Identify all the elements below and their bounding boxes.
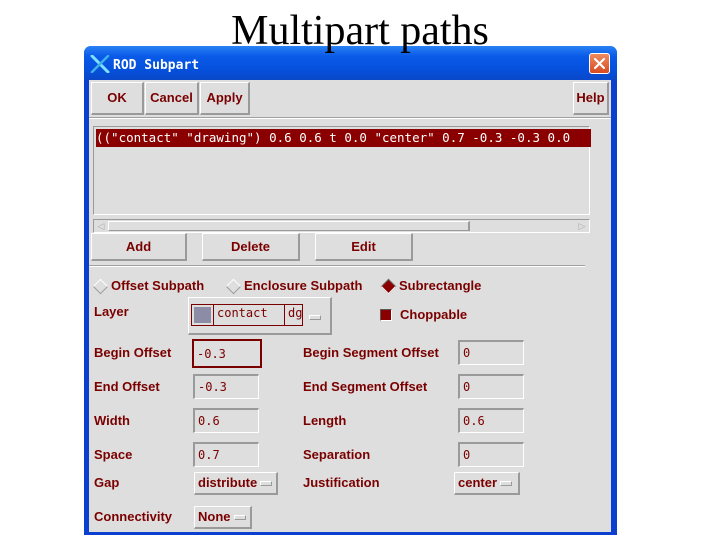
layer-purpose: dg [288, 306, 303, 320]
menu-indicator-icon [500, 481, 513, 487]
width-input[interactable] [193, 408, 259, 433]
end-offset-input[interactable] [193, 374, 259, 399]
radio-subrectangle[interactable]: Subrectangle [380, 276, 501, 296]
edit-button[interactable]: Edit [315, 233, 413, 261]
justification-value: center [458, 475, 498, 490]
gap-option-menu[interactable]: distribute [194, 472, 278, 495]
delete-button[interactable]: Delete [202, 233, 300, 261]
layer-color-swatch [194, 307, 211, 323]
apply-button[interactable]: Apply [200, 82, 250, 115]
radio-diamond-selected-icon [380, 278, 397, 295]
radio-enclosure-subpath[interactable]: Enclosure Subpath [225, 276, 376, 296]
justification-option-menu[interactable]: center [454, 472, 520, 495]
divider [213, 305, 214, 325]
begin-offset-label: Begin Offset [94, 345, 172, 360]
close-button[interactable] [589, 53, 610, 74]
rod-subpart-dialog: ROD Subpart OK Cancel Apply Help (("cont… [84, 46, 617, 535]
begin-offset-input[interactable] [192, 339, 262, 368]
space-label: Space [94, 447, 133, 462]
gap-label: Gap [94, 475, 120, 490]
connectivity-label: Connectivity [94, 509, 173, 524]
end-offset-label: End Offset [94, 379, 160, 394]
slide-title: Multipart paths [231, 8, 489, 54]
length-input[interactable] [458, 408, 524, 433]
end-segment-offset-label: End Segment Offset [303, 379, 428, 394]
scroll-right-arrow-icon[interactable]: ▷ [576, 221, 588, 231]
justification-label: Justification [303, 475, 380, 490]
separation-label: Separation [303, 447, 371, 462]
x-logo-icon [90, 54, 110, 74]
length-label: Length [303, 413, 347, 428]
close-icon [593, 57, 606, 70]
divider [284, 305, 285, 325]
width-label: Width [94, 413, 130, 428]
layer-label: Layer [94, 304, 129, 319]
scrollbar-thumb[interactable] [108, 221, 470, 231]
window-title: ROD Subpart [113, 58, 200, 73]
menu-indicator-icon [309, 309, 321, 327]
ok-button[interactable]: OK [91, 82, 144, 115]
actions-divider [89, 265, 585, 267]
scroll-left-arrow-icon[interactable]: ◁ [95, 221, 107, 231]
begin-segment-offset-label: Begin Segment Offset [303, 345, 439, 360]
subparts-listbox[interactable]: (("contact" "drawing") 0.6 0.6 t 0.0 "ce… [93, 126, 591, 215]
radio-offset-subpath[interactable]: Offset Subpath [92, 276, 221, 296]
begin-segment-offset-input[interactable] [458, 340, 524, 365]
end-segment-offset-input[interactable] [458, 374, 524, 399]
connectivity-option-menu[interactable]: None [194, 506, 252, 529]
toolbar-divider [89, 117, 611, 119]
cancel-button[interactable]: Cancel [145, 82, 199, 115]
space-input[interactable] [193, 442, 259, 467]
radio-diamond-icon [92, 278, 109, 295]
menu-indicator-icon [233, 515, 246, 521]
separation-input[interactable] [458, 442, 524, 467]
horizontal-scrollbar[interactable]: ◁ ▷ [93, 219, 590, 233]
radio-label: Enclosure Subpath [244, 278, 363, 293]
radio-label: Subrectangle [399, 278, 482, 293]
choppable-label: Choppable [400, 307, 468, 322]
choppable-checkbox[interactable] [380, 309, 392, 321]
layer-display: contact dg [191, 304, 303, 326]
connectivity-value: None [198, 509, 231, 524]
list-item-selected[interactable]: (("contact" "drawing") 0.6 0.6 t 0.0 "ce… [96, 129, 591, 147]
help-button[interactable]: Help [573, 82, 609, 115]
layer-name: contact [217, 306, 268, 320]
menu-indicator-icon [260, 481, 273, 487]
radio-label: Offset Subpath [111, 278, 205, 293]
gap-value: distribute [198, 475, 258, 490]
dialog-body: OK Cancel Apply Help (("contact" "drawin… [89, 80, 611, 532]
radio-diamond-icon [225, 278, 242, 295]
add-button[interactable]: Add [91, 233, 187, 261]
layer-selector[interactable]: contact dg [188, 297, 332, 335]
